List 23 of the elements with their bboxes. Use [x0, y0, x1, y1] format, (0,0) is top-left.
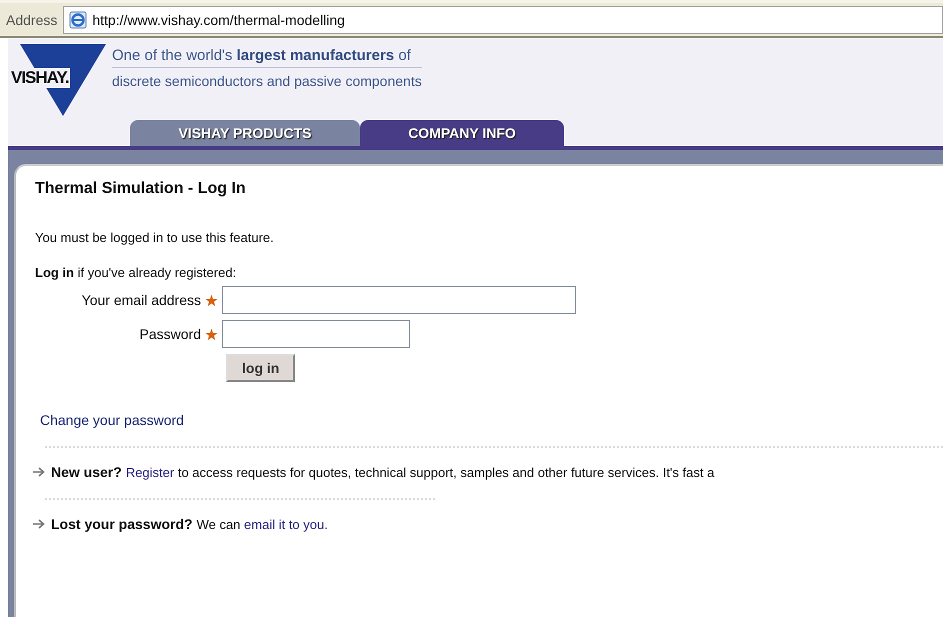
field-label: Password — [138, 326, 201, 342]
nav-tab[interactable]: VISHAY PRODUCTS — [130, 120, 360, 146]
field-label: Your email address — [80, 292, 201, 308]
text-link[interactable]: email it to you. — [244, 517, 328, 532]
notice-text: You must be logged in to use this feature. — [35, 230, 275, 245]
address-field[interactable]: http://www.vishay.com/thermal-modelling — [63, 6, 943, 34]
tagline: One of the world's largest manufacturers of — [112, 48, 422, 68]
password-field[interactable] — [222, 320, 410, 348]
tagline: discrete semiconductors and passive components — [112, 73, 422, 89]
login-button[interactable]: log in — [226, 354, 296, 382]
logo-text: VISHAY. — [10, 68, 70, 88]
login-intro: Log in if you've already registered: — [35, 265, 238, 280]
info-sentence: Lost your password? We can email it to you. — [51, 516, 328, 532]
arrow-icon — [32, 519, 45, 529]
browser-icon — [68, 10, 88, 30]
text-link[interactable]: Register — [126, 465, 174, 480]
email-field[interactable] — [222, 286, 576, 314]
address-label: Address — [6, 12, 58, 28]
change-password-link[interactable]: Change your password — [40, 412, 184, 428]
nav-tab[interactable]: COMPANY INFO — [360, 120, 564, 146]
info-sentence: New user? Register to access requests for quotes, technical support, samples and other future services. It's fast a — [51, 464, 714, 480]
page-title: Thermal Simulation - Log In — [35, 180, 247, 198]
arrow-icon — [32, 467, 45, 477]
